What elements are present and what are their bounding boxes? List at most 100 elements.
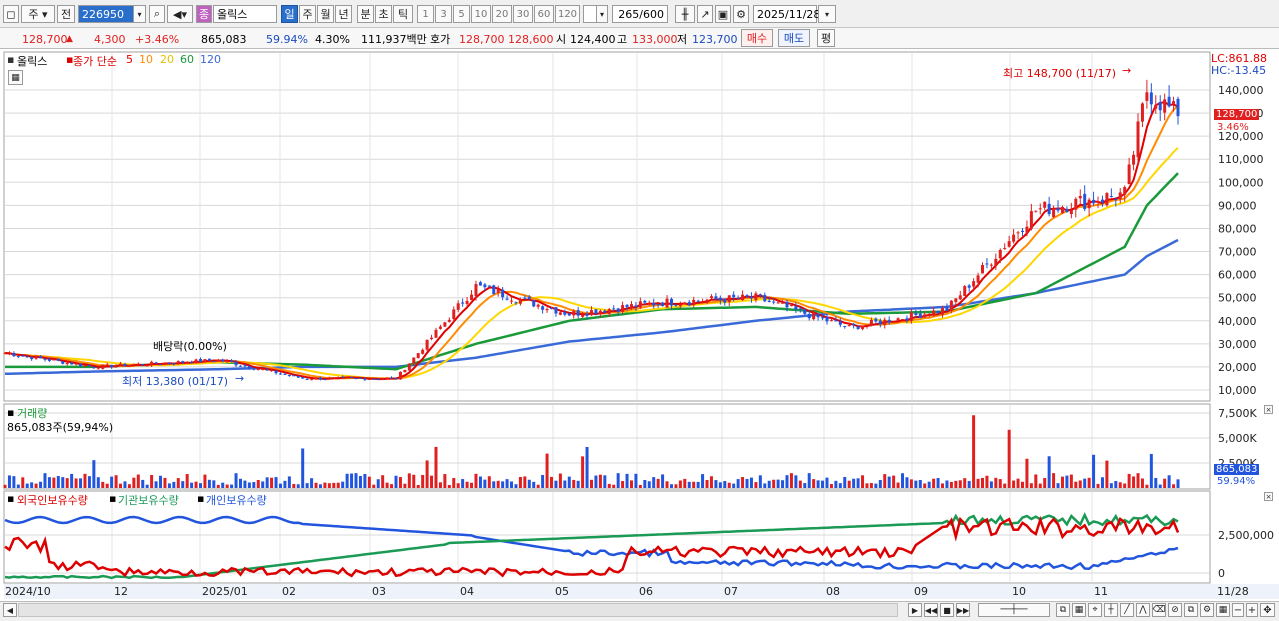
tab-week[interactable]: 주	[299, 5, 316, 23]
calendar-dropdown[interactable]: ▾	[818, 5, 836, 23]
buy-button[interactable]: 매수	[741, 29, 773, 47]
candle-body	[754, 293, 758, 300]
volume-bar	[683, 478, 687, 488]
zoom-out-icon[interactable]: −	[1232, 603, 1244, 617]
gear-icon[interactable]: ⚙	[733, 5, 749, 23]
x-tick-label: 11	[1094, 585, 1108, 598]
count-input[interactable]: 265/600	[612, 5, 668, 23]
volume-bar	[194, 481, 198, 488]
copy-icon[interactable]: ⧉	[1184, 603, 1198, 617]
stop-icon[interactable]: ■	[940, 603, 954, 617]
date-input[interactable]: 2025/11/28	[753, 5, 820, 23]
zoom-icon[interactable]: ↗	[697, 5, 713, 23]
volume-pane-close-icon[interactable]: ×	[1264, 405, 1273, 414]
volume-bar	[687, 481, 691, 488]
grid-icon[interactable]: ▦	[1072, 603, 1086, 617]
evaluate-button[interactable]: 평	[817, 29, 835, 47]
candle-body	[141, 364, 145, 366]
scroll-track[interactable]	[18, 603, 898, 617]
volume-bar	[745, 478, 749, 488]
candle-body	[638, 301, 642, 308]
sell-button[interactable]: 매도	[778, 29, 810, 47]
candle-body	[216, 359, 220, 362]
volume-bar	[909, 479, 913, 488]
candle-body	[21, 355, 25, 357]
volume-bar	[1060, 476, 1064, 488]
cursor-icon[interactable]: ⌖	[1088, 603, 1102, 617]
candle-body	[532, 300, 536, 307]
candle-body	[1016, 232, 1020, 234]
calculator-icon[interactable]: ▦	[8, 70, 23, 85]
candle-body	[874, 318, 878, 322]
zoom-in-icon[interactable]: +	[1246, 603, 1258, 617]
interval-3[interactable]: 3	[435, 5, 452, 23]
volume-bar	[207, 479, 211, 488]
interval-5[interactable]: 5	[453, 5, 470, 23]
candle-body	[861, 326, 865, 330]
candle-body	[270, 370, 274, 372]
speaker-icon[interactable]: ◀▾	[167, 5, 193, 23]
code-dropdown-arrow[interactable]: ▾	[133, 5, 146, 23]
tab-year[interactable]: 년	[335, 5, 352, 23]
candle-body	[510, 300, 514, 302]
candle-body	[487, 285, 491, 287]
save-icon[interactable]: ▣	[715, 5, 731, 23]
volume-bar	[732, 483, 736, 488]
period-dropdown[interactable]: 주 ▾	[21, 5, 55, 23]
polyline-icon[interactable]: ⋀	[1136, 603, 1150, 617]
settings-small-icon[interactable]: ⚙	[1200, 603, 1214, 617]
period-label: 주	[28, 8, 39, 21]
volume-bar	[265, 477, 269, 488]
interval-1[interactable]: 1	[417, 5, 434, 23]
candle-icon[interactable]: ╫	[675, 5, 695, 23]
interval-120[interactable]: 120	[555, 5, 580, 23]
candle-body	[1074, 198, 1078, 210]
stock-chart[interactable]: 140,000130,000120,000110,000100,00090,00…	[0, 50, 1279, 601]
grid-small-icon[interactable]: ▦	[1216, 603, 1230, 617]
stock-name-field[interactable]: 올릭스	[213, 5, 277, 23]
lock-icon[interactable]: ⊘	[1168, 603, 1182, 617]
volume-bar	[634, 473, 638, 488]
fast-forward-icon[interactable]: ▶▶	[956, 603, 970, 617]
candle-body	[119, 363, 123, 366]
volume-bar	[261, 481, 265, 488]
zoom-slider[interactable]: ──┼──	[978, 603, 1050, 617]
scroll-left-icon[interactable]: ◀	[3, 603, 17, 617]
high-price: 133,000	[632, 32, 678, 46]
tab-day[interactable]: 일	[281, 5, 298, 23]
candle-body	[447, 319, 451, 322]
move-icon[interactable]: ✥	[1260, 603, 1275, 617]
holdings-pane-close-icon[interactable]: ×	[1264, 492, 1273, 501]
trendline-icon[interactable]: ╱	[1120, 603, 1134, 617]
tab-month[interactable]: 월	[317, 5, 334, 23]
tab-tick[interactable]: 틱	[393, 5, 413, 23]
volume-bar	[341, 481, 345, 488]
volume-bar	[923, 483, 927, 488]
interval-10[interactable]: 10	[471, 5, 491, 23]
individual-legend-square-icon: ▪	[197, 492, 205, 505]
volume-bar	[603, 475, 607, 488]
volume-bar	[1100, 477, 1104, 488]
candle-body	[945, 306, 949, 311]
window-icon[interactable]: ◻	[3, 5, 19, 23]
volume-bar	[1047, 456, 1051, 488]
scroll-right-icon[interactable]: ▶	[908, 603, 922, 617]
tab-second[interactable]: 초	[375, 5, 392, 23]
prev-button[interactable]: 전	[57, 5, 75, 23]
turnover-rate: 4.30%	[315, 32, 350, 46]
candle-body	[345, 377, 349, 379]
volume-bar	[56, 476, 60, 488]
interval-30[interactable]: 30	[513, 5, 533, 23]
rewind-icon[interactable]: ◀◀	[924, 603, 938, 617]
candle-body	[83, 365, 87, 367]
eraser-icon[interactable]: ⌫	[1152, 603, 1166, 617]
interval-dropdown-arrow[interactable]: ▾	[596, 5, 608, 23]
candle-body	[332, 377, 336, 379]
layout-icon[interactable]: ⧉	[1056, 603, 1070, 617]
tab-minute[interactable]: 분	[357, 5, 374, 23]
interval-60[interactable]: 60	[534, 5, 554, 23]
search-icon[interactable]: ⌕	[149, 5, 165, 23]
interval-20[interactable]: 20	[492, 5, 512, 23]
crosshair-icon[interactable]: ┼	[1104, 603, 1118, 617]
volume-bar	[727, 482, 731, 488]
